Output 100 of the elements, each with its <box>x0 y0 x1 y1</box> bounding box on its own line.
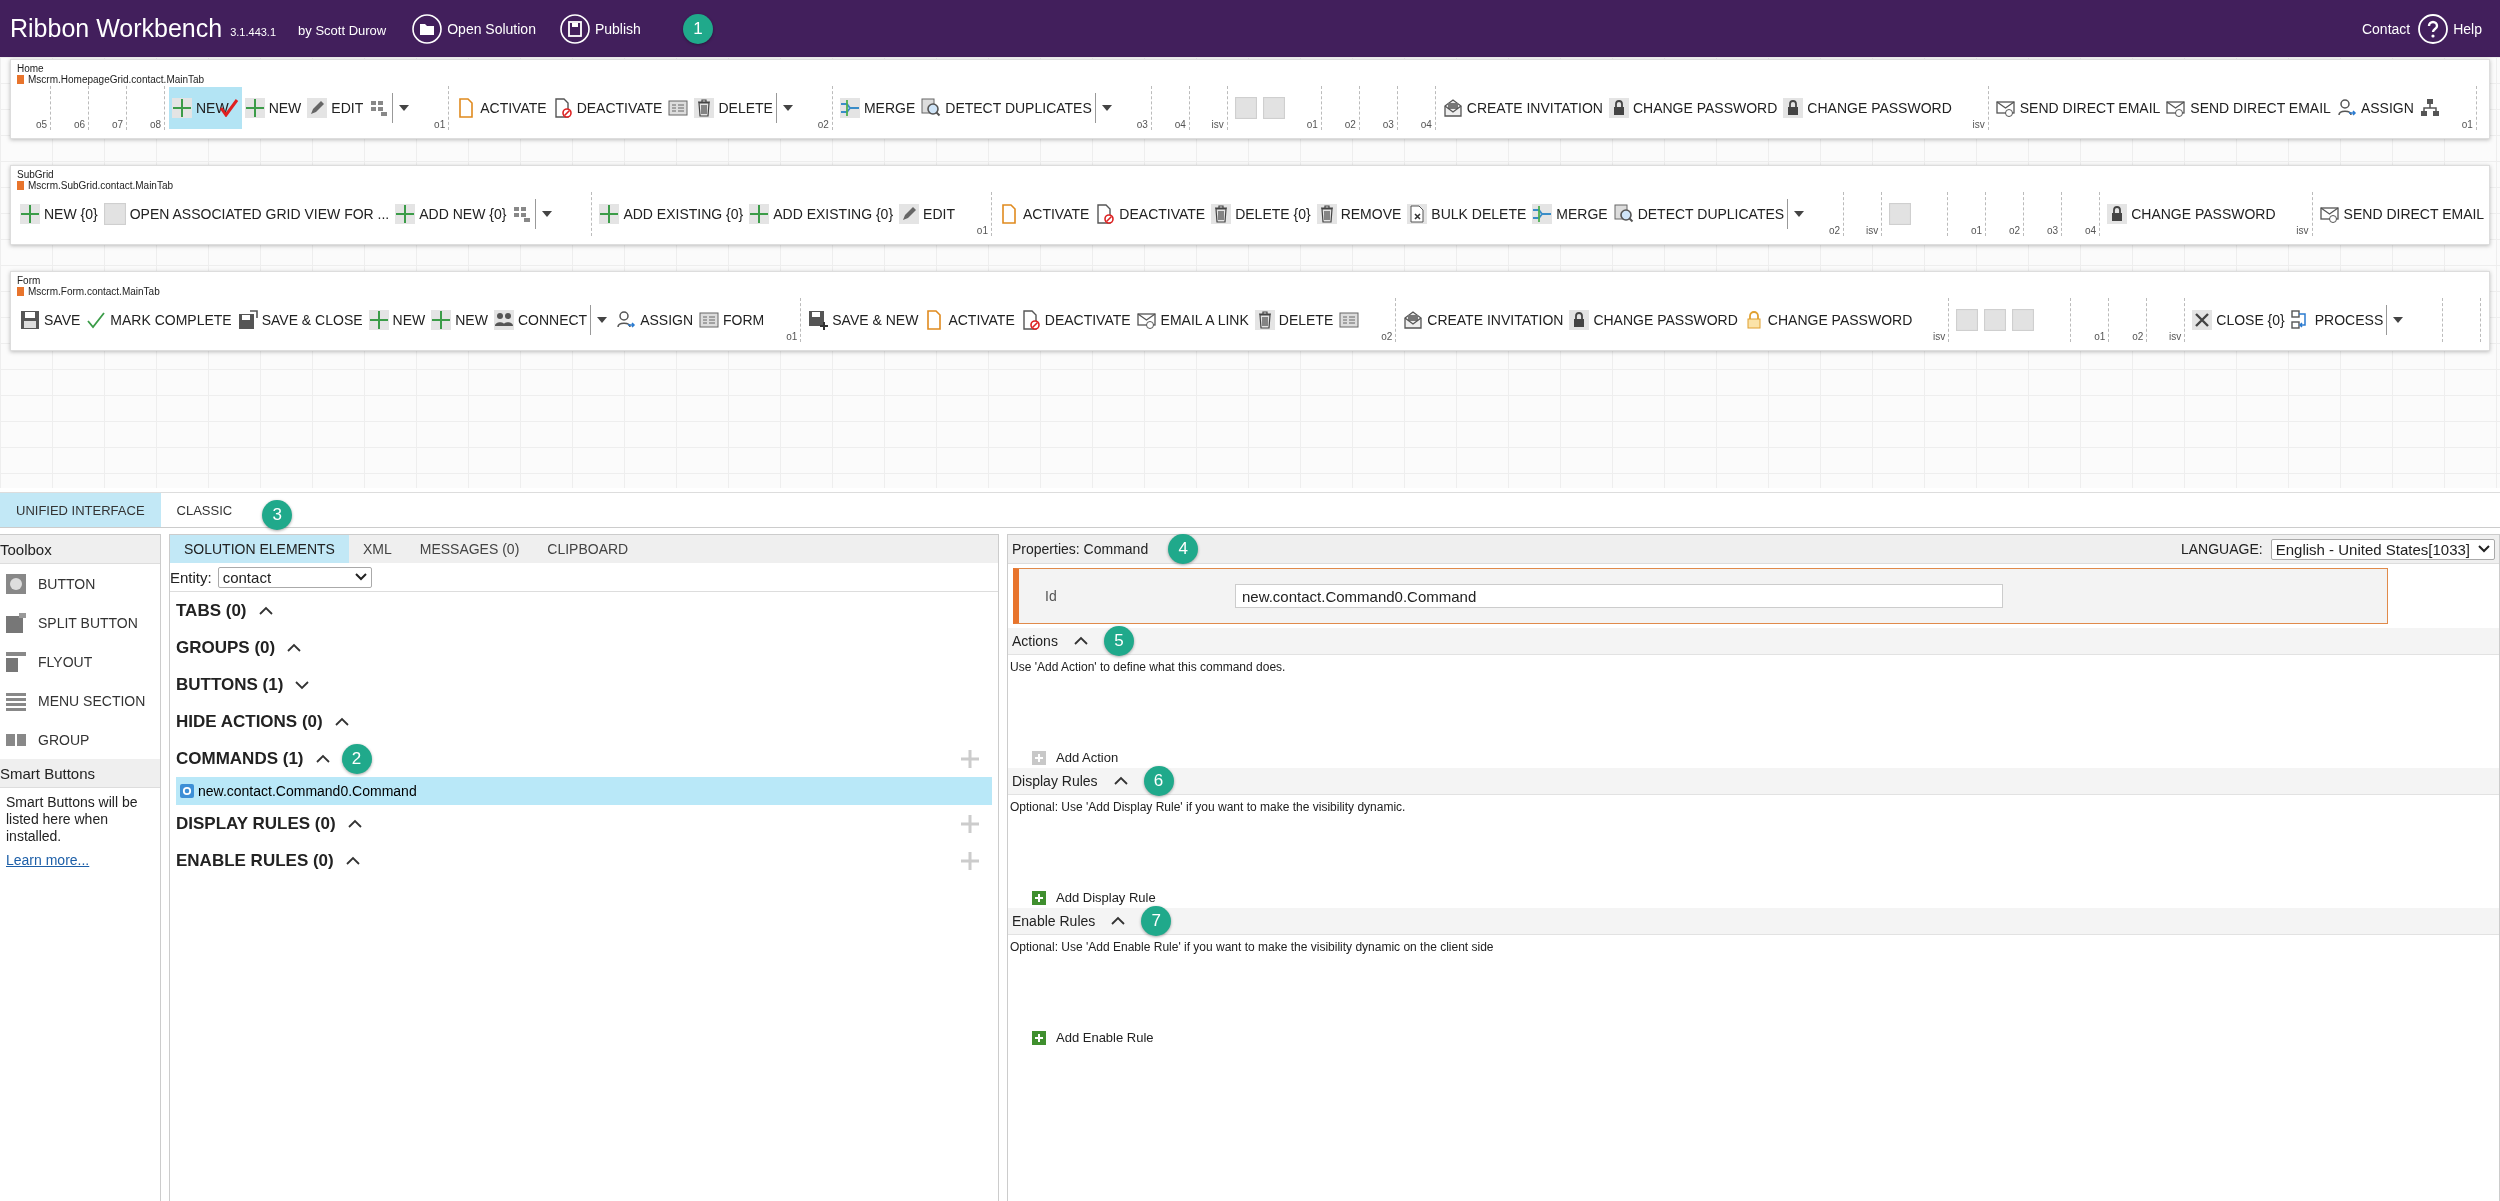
ribbon-button[interactable]: DEACTIVATE <box>1092 200 1209 228</box>
chevron-up-icon[interactable] <box>334 716 349 727</box>
ribbon-button[interactable]: MERGE <box>1529 200 1611 228</box>
section-title[interactable]: Actions <box>1012 633 1058 649</box>
ribbon-button[interactable]: EMAIL A LINK <box>1133 306 1252 334</box>
toolbar-button[interactable]: Publish <box>559 13 641 44</box>
chevron-up-icon[interactable] <box>347 818 362 829</box>
ribbon-button[interactable]: CREATE INVITATION <box>1439 94 1606 122</box>
header-link[interactable]: Contact <box>2361 20 2411 37</box>
ribbon-button[interactable]: PROCESS <box>2287 306 2387 334</box>
ribbon-button[interactable]: CHANGE PASSWORD <box>1740 306 1916 334</box>
panel-tab[interactable]: MESSAGES (0) <box>405 535 534 563</box>
ribbon-button[interactable]: REMOVE <box>1313 200 1405 228</box>
ribbon-button[interactable]: CREATE INVITATION <box>1400 306 1567 334</box>
ribbon-button[interactable]: DELETE {0} <box>1208 200 1314 228</box>
ribbon-button[interactable]: CHANGE PASSWORD <box>1566 306 1741 334</box>
toolbar-button[interactable]: Open Solution <box>412 13 536 44</box>
ribbon-button[interactable]: DELETE <box>691 94 776 122</box>
section-title[interactable]: TABS (0) <box>176 600 247 621</box>
ribbon-button[interactable]: SAVE & CLOSE <box>234 306 366 334</box>
section-title[interactable]: Enable Rules <box>1012 913 1096 929</box>
ribbon-button[interactable]: ASSIGN <box>2333 94 2417 122</box>
language-select[interactable]: English - United States[1033] <box>2270 538 2495 560</box>
learn-more-link[interactable]: Learn more... <box>6 852 90 868</box>
chevron-up-icon[interactable] <box>315 753 330 764</box>
marker-label: o1 <box>786 331 799 342</box>
view-tab[interactable]: UNIFIED INTERFACE <box>0 493 161 527</box>
id-label: Id <box>1044 588 1058 604</box>
chevron-up-icon[interactable] <box>287 642 302 653</box>
ribbon-button[interactable]: EDIT <box>896 200 958 228</box>
document-icon <box>1407 204 1428 224</box>
lock-icon <box>2107 204 2128 224</box>
ribbon-button[interactable]: ASSIGN <box>613 306 697 334</box>
header-link[interactable]: Help <box>2418 13 2482 44</box>
ribbon-button[interactable]: CLOSE {0} <box>2189 306 2288 334</box>
ribbon-button[interactable]: NEW {0} <box>17 200 101 228</box>
chevron-up-icon[interactable] <box>345 855 360 866</box>
ribbon-button[interactable]: NEW <box>169 87 242 129</box>
command-item[interactable]: new.contact.Command0.Command <box>176 777 992 805</box>
ribbon-button[interactable]: EDIT <box>304 94 367 122</box>
section-title[interactable]: DISPLAY RULES (0) <box>176 813 336 834</box>
add-link[interactable]: Add Action <box>1008 749 1125 766</box>
ribbon-button[interactable]: ADD NEW {0} <box>392 200 510 228</box>
section-title[interactable]: HIDE ACTIONS (0) <box>176 711 323 732</box>
ribbon-button[interactable]: CHANGE PASSWORD <box>1780 94 1955 122</box>
section-title[interactable]: BUTTONS (1) <box>176 674 284 695</box>
chevron-up-icon[interactable] <box>1073 636 1088 646</box>
ribbon-button[interactable]: DETECT DUPLICATES <box>1610 200 1788 228</box>
ribbon-button[interactable]: OPEN ASSOCIATED GRID VIEW FOR ... <box>100 200 393 228</box>
ribbon-button[interactable]: MERGE <box>836 94 919 122</box>
panel-tab[interactable]: XML <box>348 535 406 563</box>
ribbon-button[interactable]: NEW <box>428 306 491 334</box>
toolbox-item[interactable]: MENU SECTION <box>0 681 160 720</box>
ribbon-button[interactable]: DELETE <box>1251 306 1337 334</box>
ribbon-button[interactable]: SEND DIRECT EMAIL <box>2163 94 2334 122</box>
trash-icon <box>1211 204 1232 224</box>
toolbox-item[interactable]: FLYOUT <box>0 642 160 681</box>
add-link[interactable]: Add Display Rule <box>1008 889 1162 906</box>
chevron-up-icon[interactable] <box>1111 916 1126 926</box>
marker-label: o1 <box>2094 331 2107 342</box>
toolbox-item[interactable]: SPLIT BUTTON <box>0 603 160 642</box>
section-title[interactable]: ENABLE RULES (0) <box>176 850 334 871</box>
lock-icon <box>1569 310 1590 330</box>
folder-icon <box>412 13 443 44</box>
toolbox-item[interactable]: GROUP <box>0 720 160 759</box>
toolbox-item[interactable]: BUTTON <box>0 564 160 603</box>
ribbon-button[interactable]: SEND DIRECT EMAIL <box>1992 94 2164 122</box>
ribbon-button[interactable]: NEW <box>241 94 305 122</box>
ribbon-button[interactable]: ACTIVATE <box>453 94 550 122</box>
ribbon-button[interactable]: SAVE <box>17 306 84 334</box>
ribbon-button[interactable]: ADD EXISTING {0} <box>746 200 897 228</box>
section-title[interactable]: COMMANDS (1) <box>176 748 304 769</box>
ribbon-button[interactable]: SEND DIRECT EMAIL <box>2316 200 2488 228</box>
ribbon-button[interactable]: ACTIVATE <box>995 200 1093 228</box>
section-title[interactable]: Display Rules <box>1012 773 1098 789</box>
chevron-up-icon[interactable] <box>258 605 273 616</box>
ribbon-button[interactable]: SAVE & NEW <box>805 306 922 334</box>
id-field[interactable]: new.contact.Command0.Command <box>1235 584 2003 608</box>
panel-tab[interactable]: SOLUTION ELEMENTS <box>170 535 349 563</box>
entity-select[interactable]: contact <box>217 566 372 588</box>
add-link[interactable]: Add Enable Rule <box>1008 1029 1160 1046</box>
ribbon-button[interactable]: MARK COMPLETE <box>83 306 235 334</box>
ribbon-button[interactable]: BULK DELETE <box>1404 200 1530 228</box>
ribbon-button[interactable]: DETECT DUPLICATES <box>918 94 1095 122</box>
ribbon-button[interactable]: DEACTIVATE <box>1017 306 1134 334</box>
ribbon-button[interactable]: CHANGE PASSWORD <box>1605 94 1781 122</box>
magnifier-icon <box>921 98 942 118</box>
ribbon-button[interactable]: CHANGE PASSWORD <box>2104 200 2279 228</box>
ribbon-button[interactable]: CONNECT <box>490 306 591 334</box>
ribbon-button[interactable]: NEW <box>365 306 429 334</box>
section-title[interactable]: GROUPS (0) <box>176 637 276 658</box>
ribbon-button[interactable]: ADD EXISTING {0} <box>596 200 747 228</box>
ribbon-button[interactable]: FORM <box>696 306 768 334</box>
panel-tab[interactable]: CLIPBOARD <box>533 535 643 563</box>
marker-label: o2 <box>1381 331 1394 342</box>
plus-icon <box>749 204 770 224</box>
chevron-up-icon[interactable] <box>1113 776 1128 786</box>
ribbon-button[interactable]: ACTIVATE <box>921 306 1018 334</box>
ribbon-button[interactable]: DEACTIVATE <box>549 94 666 122</box>
chevron-down-icon[interactable] <box>295 679 310 690</box>
